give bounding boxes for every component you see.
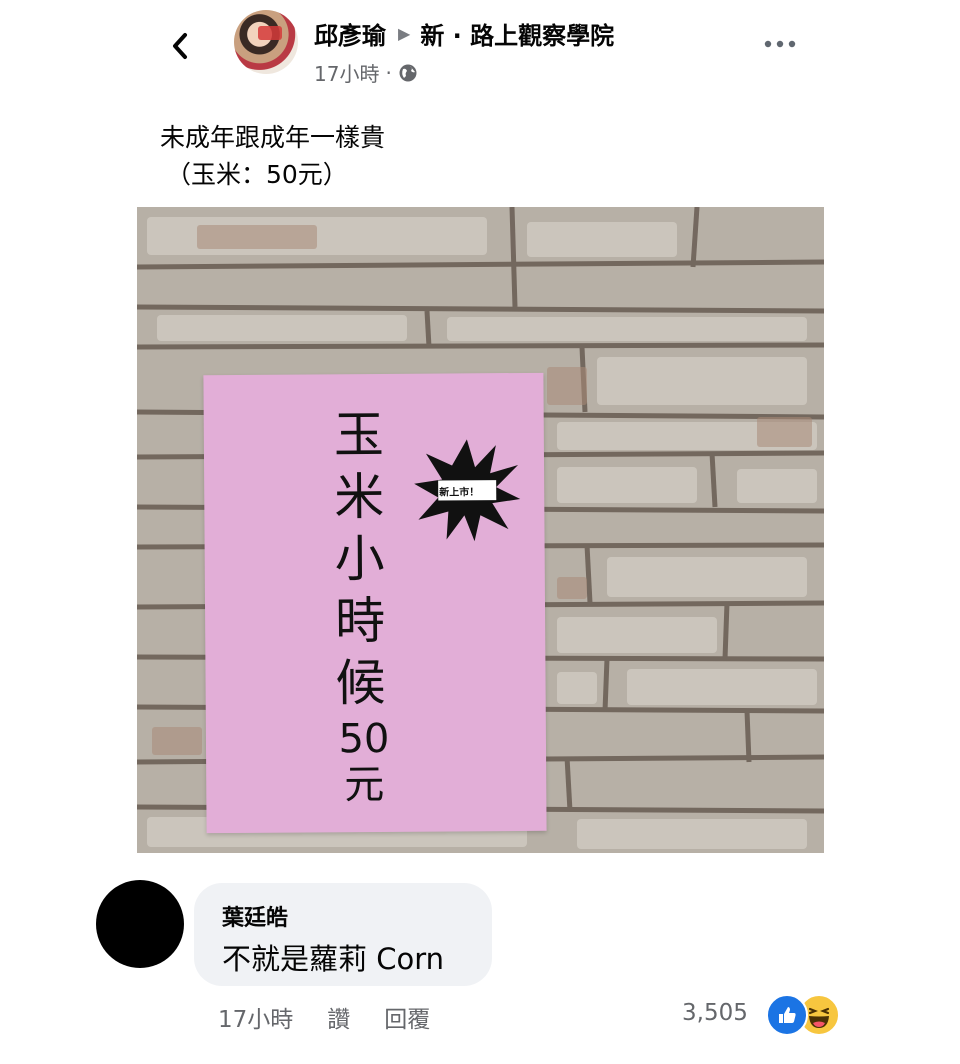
- sign-price: 50 元: [324, 716, 405, 809]
- comment-actions: 17小時 讚 回覆: [218, 1000, 464, 1034]
- post-text-line-1: 未成年跟成年一樣貴: [160, 123, 386, 152]
- reply-button[interactable]: 回覆: [384, 1000, 430, 1034]
- sign-char: 時: [334, 591, 386, 651]
- commenter-name[interactable]: 葉廷皓: [222, 900, 288, 932]
- comment-text: 不就是蘿莉 Corn: [222, 942, 445, 976]
- sign-price-unit: 元: [344, 761, 385, 809]
- post-author-line: 邱彥瑜 ▶ 新 · 路上觀察學院: [314, 16, 614, 51]
- reaction-count[interactable]: 3,505: [682, 1000, 748, 1026]
- play-arrow-icon: ▶: [398, 24, 411, 43]
- sign-vertical-text: 玉 米 小 時 候: [324, 404, 396, 714]
- comment-time[interactable]: 17小時: [218, 1000, 293, 1034]
- group-name[interactable]: 新 · 路上觀察學院: [420, 16, 614, 51]
- starburst-label: 新上市！: [439, 487, 480, 499]
- post-meta: 17小時 ·: [314, 58, 418, 87]
- chevron-left-icon: [173, 33, 187, 59]
- like-icon: [766, 994, 808, 1036]
- post-text-line-2: （玉米：50元）: [166, 160, 348, 189]
- sign-char: 小: [334, 529, 385, 589]
- sign-price-number: 50: [338, 715, 390, 763]
- post-time[interactable]: 17小時: [314, 58, 379, 87]
- sign-char: 米: [334, 467, 385, 527]
- more-dots-icon: [764, 40, 796, 48]
- author-avatar[interactable]: [234, 10, 298, 74]
- commenter-avatar[interactable]: [96, 880, 184, 968]
- sign-char: 玉: [333, 405, 385, 465]
- more-options-button[interactable]: [762, 30, 798, 58]
- meta-dot: ·: [385, 60, 392, 85]
- like-button[interactable]: 讚: [327, 1000, 350, 1034]
- post-photo[interactable]: 玉 米 小 時 候 50 元 新上市！: [137, 207, 824, 853]
- author-name[interactable]: 邱彥瑜: [314, 16, 386, 51]
- globe-icon: [399, 64, 417, 81]
- pink-sign: 玉 米 小 時 候 50 元 新上市！: [203, 372, 547, 834]
- sign-char: 候: [335, 653, 386, 713]
- back-button[interactable]: [160, 26, 200, 66]
